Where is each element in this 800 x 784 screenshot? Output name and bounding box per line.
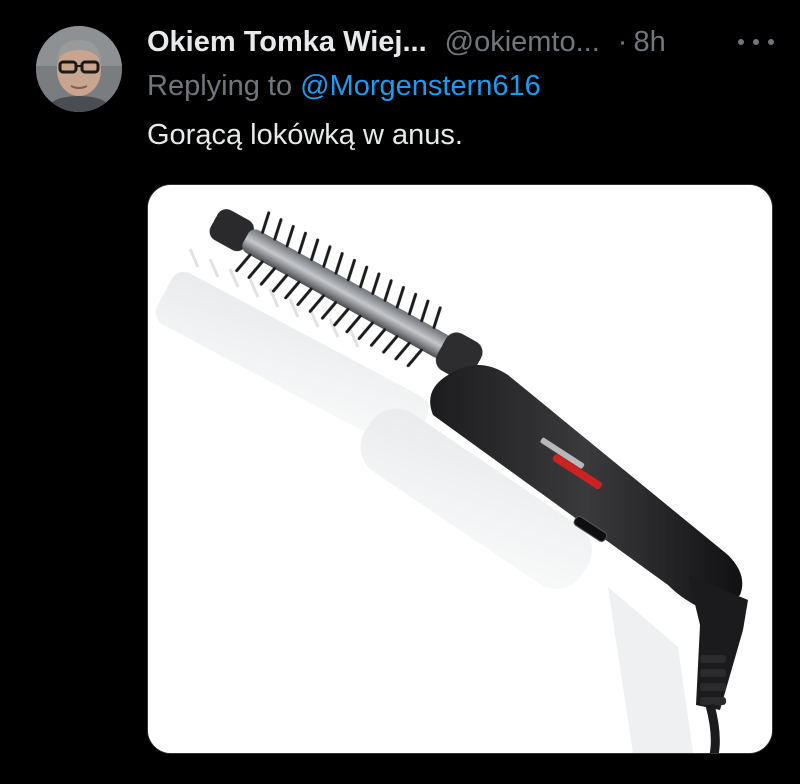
reply-mention-link[interactable]: @Morgenstern616 bbox=[300, 70, 541, 102]
more-horizontal-icon[interactable] bbox=[738, 30, 774, 54]
display-name[interactable]: Okiem Tomka Wiej... bbox=[147, 26, 427, 59]
separator-dot: · bbox=[617, 25, 628, 58]
user-handle[interactable]: @okiemto... bbox=[445, 26, 600, 59]
curling-iron-photo bbox=[148, 185, 772, 753]
more-dot-1 bbox=[738, 39, 744, 45]
tweet-text: Gorącą lokówką w anus. bbox=[147, 119, 463, 151]
tweet[interactable]: Okiem Tomka Wiej... @okiemto... · 8h Rep… bbox=[0, 0, 800, 784]
avatar[interactable] bbox=[36, 26, 122, 112]
reply-context: Replying to @Morgenstern616 bbox=[147, 70, 541, 103]
avatar-image bbox=[36, 26, 122, 112]
reply-prefix: Replying to bbox=[147, 70, 293, 102]
tweet-header: Okiem Tomka Wiej... @okiemto... · 8h bbox=[147, 22, 666, 62]
tweet-media-image[interactable] bbox=[147, 184, 773, 754]
more-dot-3 bbox=[768, 39, 774, 45]
more-dot-2 bbox=[753, 39, 759, 45]
timestamp[interactable]: 8h bbox=[633, 26, 665, 59]
